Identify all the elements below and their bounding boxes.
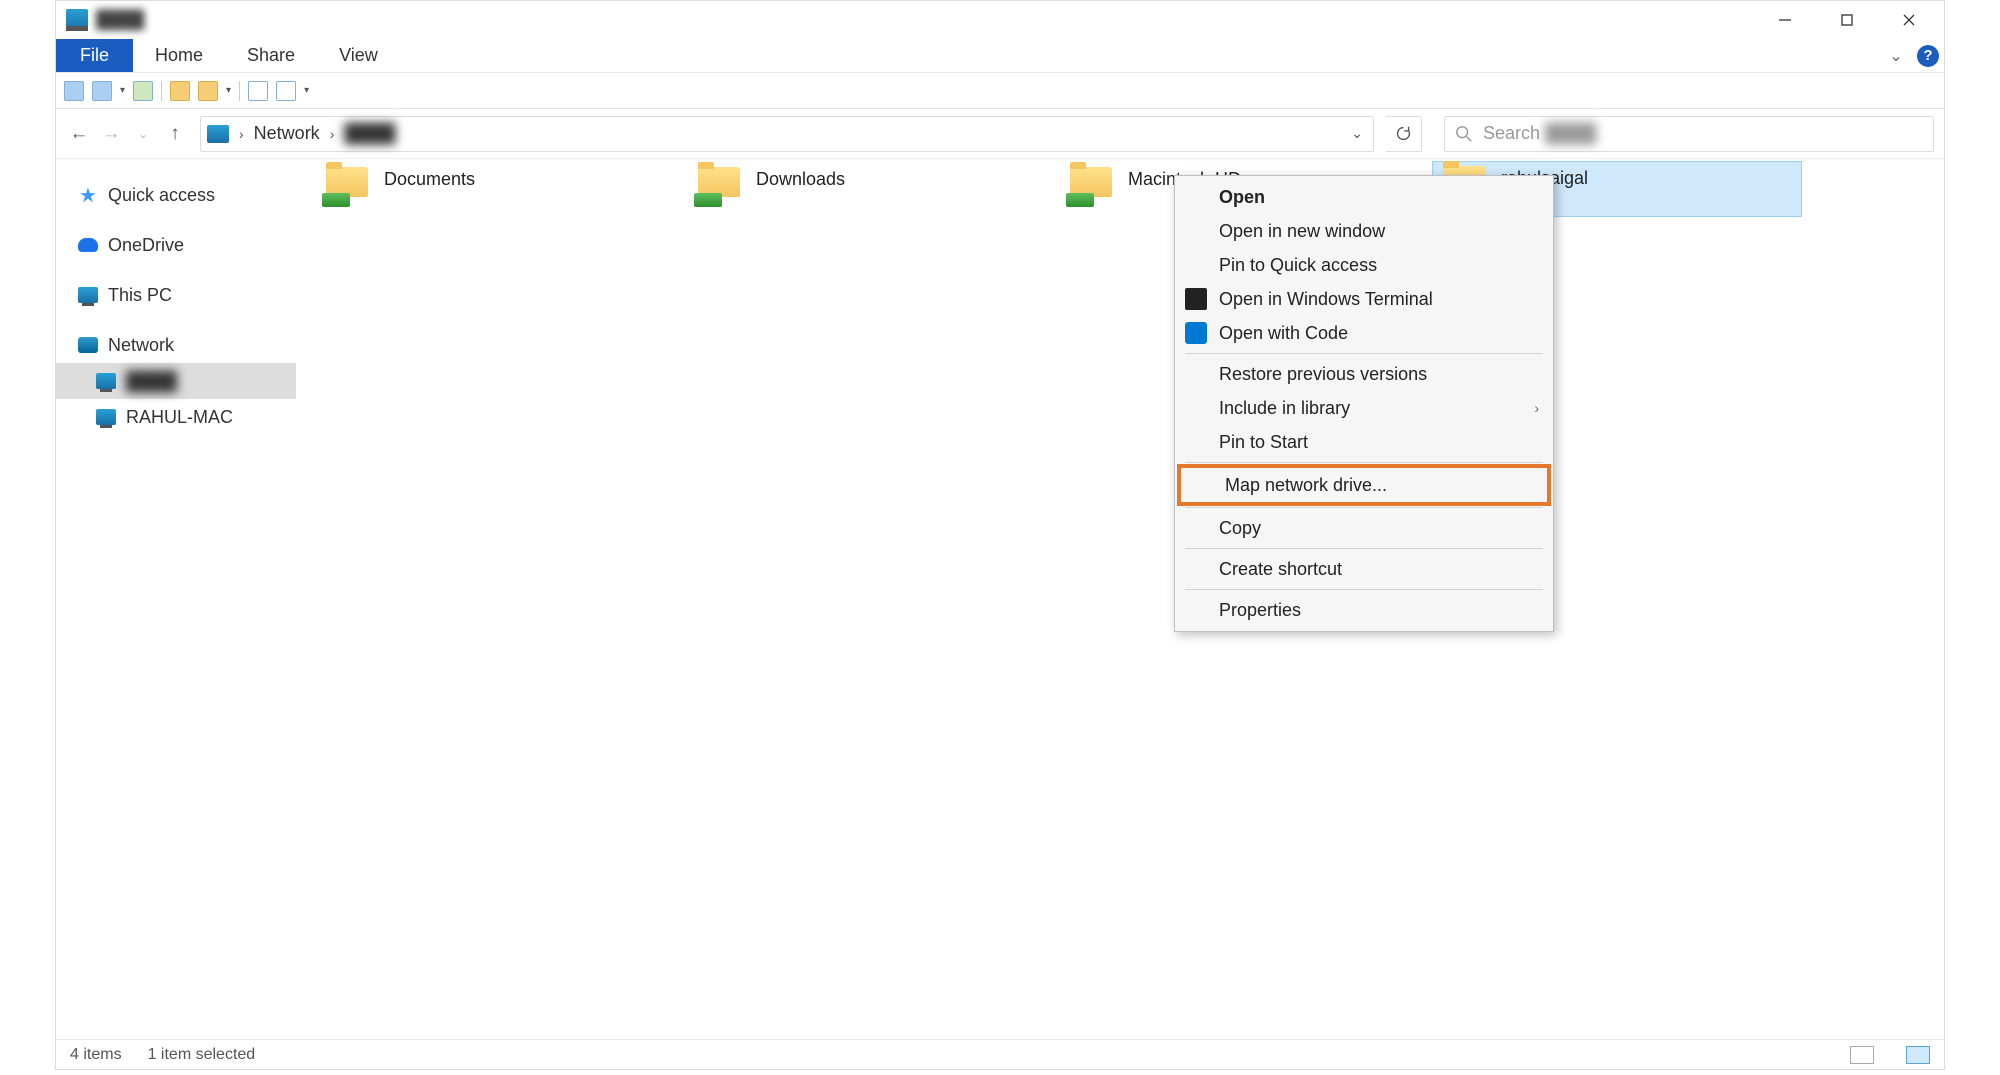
titlebar: ████: [56, 1, 1944, 39]
folder-label: Downloads: [756, 167, 845, 190]
window-title: ████: [96, 10, 144, 30]
ctx-create-shortcut[interactable]: Create shortcut: [1175, 552, 1553, 586]
chevron-down-icon[interactable]: ▾: [226, 85, 231, 96]
ctx-pin-quick-access[interactable]: Pin to Quick access: [1175, 248, 1553, 282]
star-icon: ★: [78, 185, 98, 205]
recent-locations-chevron-icon[interactable]: ⌄: [130, 121, 156, 147]
back-button[interactable]: ←: [66, 121, 92, 147]
submenu-arrow-icon: ›: [1534, 400, 1539, 416]
sidebar-onedrive[interactable]: OneDrive: [56, 227, 296, 263]
qat-undo-icon[interactable]: [133, 81, 153, 101]
ctx-map-network-drive[interactable]: Map network drive...: [1181, 468, 1547, 502]
status-bar: 4 items 1 item selected: [56, 1039, 1944, 1069]
highlighted-annotation: Map network drive...: [1177, 464, 1551, 506]
separator: [161, 81, 162, 101]
ctx-open-new-window[interactable]: Open in new window: [1175, 214, 1553, 248]
ctx-properties[interactable]: Properties: [1175, 593, 1553, 627]
sidebar-label: Quick access: [108, 185, 215, 206]
qat-folder2-icon[interactable]: [198, 81, 218, 101]
qat-properties-icon[interactable]: [64, 81, 84, 101]
up-button[interactable]: ↑: [162, 121, 188, 147]
breadcrumb-host[interactable]: ████: [338, 123, 401, 144]
breadcrumb-chevron-icon[interactable]: ›: [235, 126, 248, 142]
network-share-icon: [694, 167, 742, 207]
navigation-pane: ★ Quick access OneDrive This PC Network …: [56, 159, 296, 1039]
status-selection: 1 item selected: [148, 1046, 256, 1064]
chevron-down-icon[interactable]: ▾: [120, 85, 125, 96]
ctx-open-terminal[interactable]: Open in Windows Terminal: [1175, 282, 1553, 316]
ctx-open-code[interactable]: Open with Code: [1175, 316, 1553, 350]
refresh-button[interactable]: [1386, 116, 1422, 152]
separator: [1185, 548, 1543, 549]
computer-icon: [96, 371, 116, 391]
qat-new-folder-icon[interactable]: [92, 81, 112, 101]
separator: [1185, 353, 1543, 354]
details-view-button[interactable]: [1850, 1046, 1874, 1064]
ribbon-tabs: File Home Share View ⌄ ?: [56, 39, 1944, 73]
status-item-count: 4 items: [70, 1046, 122, 1064]
sidebar-network-host-selected[interactable]: ████: [56, 363, 296, 399]
address-bar[interactable]: › Network › ████ ⌄: [200, 116, 1374, 152]
network-share-icon: [1066, 167, 1114, 207]
breadcrumb-network[interactable]: Network: [248, 123, 326, 144]
computer-icon: [207, 125, 229, 143]
folder-label: Documents: [384, 167, 475, 190]
address-dropdown-chevron-icon[interactable]: ⌄: [1347, 125, 1367, 142]
minimize-button[interactable]: [1754, 1, 1816, 39]
large-icons-view-button[interactable]: [1906, 1046, 1930, 1064]
separator: [239, 81, 240, 101]
qat-folder-icon[interactable]: [170, 81, 190, 101]
search-icon: [1455, 125, 1473, 143]
search-placeholder: Search ████: [1483, 123, 1596, 144]
explorer-window: ████ File Home Share View ⌄ ? ▾ ▾ ▾ ← → …: [55, 0, 1945, 1070]
network-share-icon: [322, 167, 370, 207]
view-tab[interactable]: View: [317, 39, 400, 72]
forward-button[interactable]: →: [98, 121, 124, 147]
ctx-include-library[interactable]: Include in library›: [1175, 391, 1553, 425]
folder-content-area[interactable]: Documents Downloads Macintosh HD rahulsa…: [296, 159, 1944, 1039]
sidebar-label: OneDrive: [108, 235, 184, 256]
share-tab[interactable]: Share: [225, 39, 317, 72]
sidebar-label: ████: [126, 371, 177, 392]
home-tab[interactable]: Home: [133, 39, 225, 72]
chevron-down-icon[interactable]: ▾: [304, 85, 309, 96]
network-icon: [78, 335, 98, 355]
sidebar-this-pc[interactable]: This PC: [56, 277, 296, 313]
sidebar-network[interactable]: Network: [56, 327, 296, 363]
maximize-button[interactable]: [1816, 1, 1878, 39]
folder-item[interactable]: Downloads: [688, 163, 968, 219]
qat-layout1-icon[interactable]: [248, 81, 268, 101]
sidebar-label: Network: [108, 335, 174, 356]
sidebar-network-host[interactable]: RAHUL-MAC: [56, 399, 296, 435]
vscode-icon: [1185, 322, 1207, 344]
breadcrumb-chevron-icon[interactable]: ›: [326, 126, 339, 142]
file-tab[interactable]: File: [56, 39, 133, 72]
computer-icon: [66, 9, 88, 31]
sidebar-quick-access[interactable]: ★ Quick access: [56, 177, 296, 213]
ribbon-collapse-chevron-icon[interactable]: ⌄: [1880, 39, 1912, 72]
ctx-copy[interactable]: Copy: [1175, 511, 1553, 545]
qat-layout2-icon[interactable]: [276, 81, 296, 101]
terminal-icon: [1185, 288, 1207, 310]
computer-icon: [78, 285, 98, 305]
cloud-icon: [78, 235, 98, 255]
separator: [1185, 462, 1543, 463]
navigation-bar: ← → ⌄ ↑ › Network › ████ ⌄ Search ████: [56, 109, 1944, 159]
ctx-restore-versions[interactable]: Restore previous versions: [1175, 357, 1553, 391]
separator: [1185, 589, 1543, 590]
quick-access-toolbar: ▾ ▾ ▾: [56, 73, 1944, 109]
ctx-open[interactable]: Open: [1175, 180, 1553, 214]
sidebar-label: This PC: [108, 285, 172, 306]
search-input[interactable]: Search ████: [1444, 116, 1934, 152]
close-button[interactable]: [1878, 1, 1940, 39]
computer-icon: [96, 407, 116, 427]
help-button[interactable]: ?: [1912, 39, 1944, 72]
sidebar-label: RAHUL-MAC: [126, 407, 233, 428]
context-menu: Open Open in new window Pin to Quick acc…: [1174, 175, 1554, 632]
ctx-pin-start[interactable]: Pin to Start: [1175, 425, 1553, 459]
folder-item[interactable]: Documents: [316, 163, 596, 219]
separator: [1185, 507, 1543, 508]
